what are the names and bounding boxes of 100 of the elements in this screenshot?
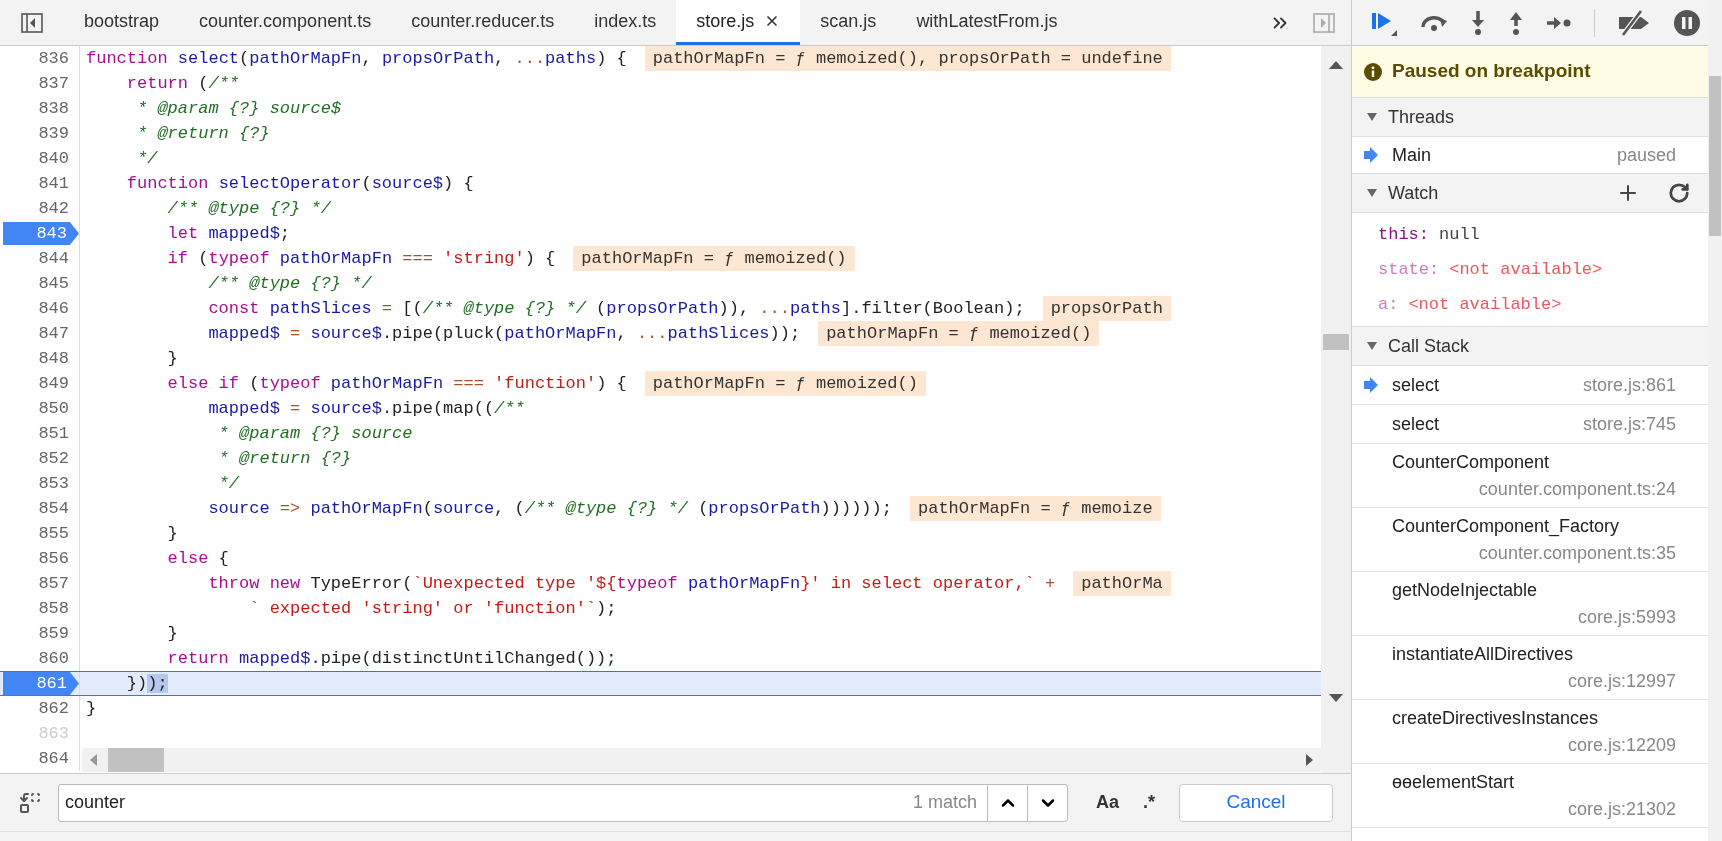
section-header[interactable]: Watch — [1352, 174, 1708, 213]
panel-scrollbar[interactable] — [1708, 0, 1722, 841]
inline-value: pathOrMapFn = ƒ memoize — [910, 495, 1161, 522]
inline-value: propsOrPath — [1042, 295, 1171, 322]
file-tab[interactable]: counter.component.ts — [179, 0, 392, 45]
deactivate-breakpoints-icon[interactable] — [1617, 8, 1651, 37]
watch-expression[interactable]: state: <not available> — [1352, 252, 1708, 287]
scrollbar-thumb[interactable] — [108, 748, 164, 772]
call-frame[interactable]: select store.js:745 — [1352, 405, 1708, 444]
line-number[interactable]: 849 — [38, 370, 79, 397]
line-number[interactable]: 854 — [38, 495, 79, 522]
replace-toggle-icon[interactable] — [18, 790, 42, 815]
line-number[interactable]: 859 — [38, 620, 79, 647]
watch-expression[interactable]: this: null — [1352, 217, 1708, 252]
code-line: })); — [125, 672, 168, 695]
line-number[interactable]: 864 — [38, 745, 79, 772]
inline-value: pathOrMapFn = ƒ memoized() — [818, 320, 1100, 347]
frame-function: getNodeInjectable — [1392, 578, 1538, 602]
file-tab[interactable]: store.js — [676, 0, 801, 45]
match-case-button[interactable]: Aa — [1096, 789, 1119, 816]
code-line: /** @type {?} */ — [207, 272, 372, 295]
section-header[interactable]: Threads — [1352, 98, 1708, 137]
frame-location: store.js:745 — [1582, 412, 1676, 436]
inline-value: pathOrMapFn = ƒ memoized(), propsOrPath = undefine — [644, 46, 1171, 72]
refresh-icon[interactable] — [1668, 182, 1690, 204]
line-number[interactable]: 850 — [38, 395, 79, 422]
inline-value: pathOrMapFn = ƒ memoized() — [644, 370, 926, 397]
breakpoint-marker[interactable]: 843 — [3, 222, 79, 245]
code-line: ` expected 'string' or 'function'`); — [248, 597, 617, 620]
line-number[interactable]: 856 — [38, 545, 79, 572]
file-tab[interactable]: withLatestFrom.js — [896, 0, 1078, 45]
frame-function: createDirectivesInstances — [1392, 706, 1599, 730]
line-number[interactable]: 857 — [38, 570, 79, 597]
breakpoint-marker[interactable]: 861 — [3, 672, 79, 695]
scroll-right-icon[interactable] — [1303, 753, 1315, 767]
code-line: * @return {?} — [136, 122, 270, 145]
scrollbar-thumb[interactable] — [1709, 76, 1721, 236]
code-line: mapped$ = source$.pipe(map((/** — [207, 397, 525, 420]
line-number[interactable]: 839 — [38, 120, 79, 147]
line-number[interactable]: 836 — [38, 46, 79, 72]
line-number[interactable]: 837 — [38, 70, 79, 97]
line-number[interactable]: 852 — [38, 445, 79, 472]
code-line: } — [166, 347, 178, 370]
expanded-triangle-icon[interactable] — [1366, 188, 1378, 198]
line-number[interactable]: 855 — [38, 520, 79, 547]
line-number[interactable]: 862 — [38, 695, 79, 722]
toggle-navigator-icon[interactable] — [21, 12, 43, 33]
line-number[interactable]: 853 — [38, 470, 79, 497]
pause-icon[interactable] — [1673, 8, 1701, 37]
line-number[interactable]: 844 — [38, 245, 79, 272]
code-line: * @param {?} source$ — [136, 97, 342, 120]
line-number[interactable]: 848 — [38, 345, 79, 372]
watch-expression[interactable]: a: <not available> — [1352, 287, 1708, 322]
line-number[interactable]: 842 — [38, 195, 79, 222]
expanded-triangle-icon[interactable] — [1366, 112, 1378, 122]
code-line: if (typeof pathOrMapFn === 'string') { — [166, 247, 556, 270]
section-header[interactable]: Call Stack — [1352, 327, 1708, 366]
file-tab[interactable]: scan.js — [800, 0, 897, 45]
code-line: /** @type {?} */ — [166, 197, 331, 220]
code-line: return mapped$.pipe(distinctUntilChanged()); — [166, 647, 617, 670]
step-icon[interactable] — [1546, 14, 1572, 31]
find-box[interactable]: counter 1 match — [58, 783, 1068, 822]
code-line: else if (typeof pathOrMapFn === 'function') { — [166, 372, 627, 395]
frame-function: instantiateAllDirectives — [1392, 642, 1574, 666]
line-number[interactable]: 841 — [38, 170, 79, 197]
line-number[interactable]: 860 — [38, 645, 79, 672]
line-number[interactable]: 838 — [38, 95, 79, 122]
scrollbar-thumb[interactable] — [1323, 334, 1349, 350]
line-number[interactable]: 840 — [38, 145, 79, 172]
frame-function: CounterComponent — [1392, 450, 1550, 474]
regex-button[interactable]: .* — [1143, 789, 1156, 816]
toggle-debugger-icon[interactable] — [1313, 12, 1335, 33]
code-line: else { — [166, 547, 229, 570]
frame-location: store.js:861 — [1582, 373, 1676, 397]
cancel-button[interactable]: Cancel — [1179, 783, 1333, 822]
thread-name: Main — [1392, 143, 1431, 167]
expanded-triangle-icon[interactable] — [1366, 341, 1378, 351]
file-tab[interactable]: index.ts — [574, 0, 677, 45]
frame-location: counter.component.ts:24 — [1478, 477, 1676, 501]
vertical-scrollbar[interactable] — [1321, 46, 1351, 773]
code-line: * @param {?} source — [217, 422, 413, 445]
scroll-up-icon[interactable] — [1328, 60, 1344, 70]
code-line: } — [166, 622, 178, 645]
code-line: */ — [217, 472, 240, 495]
code-line: let mapped$; — [166, 222, 291, 245]
line-number[interactable]: 847 — [38, 320, 79, 347]
step-into-icon[interactable] — [1470, 9, 1486, 36]
code-line: } — [85, 697, 97, 720]
line-number[interactable]: 851 — [38, 420, 79, 447]
current-frame-arrow-icon — [1364, 377, 1378, 393]
call-frame[interactable]: select store.js:861 — [1352, 366, 1708, 405]
file-tab[interactable]: bootstrap — [64, 0, 180, 45]
file-tab[interactable]: counter.reducer.ts — [391, 0, 575, 45]
search-field[interactable]: counter — [59, 784, 913, 821]
code-line: const pathSlices = [(/** @type {?} */ (propsOrPath)), ...paths].filter(Boolean); — [207, 297, 1025, 320]
line-number[interactable]: 845 — [38, 270, 79, 297]
scroll-down-icon[interactable] — [1328, 693, 1344, 703]
horizontal-scrollbar[interactable] — [82, 748, 1321, 772]
line-number[interactable]: 858 — [38, 595, 79, 622]
line-number[interactable]: 846 — [38, 295, 79, 322]
